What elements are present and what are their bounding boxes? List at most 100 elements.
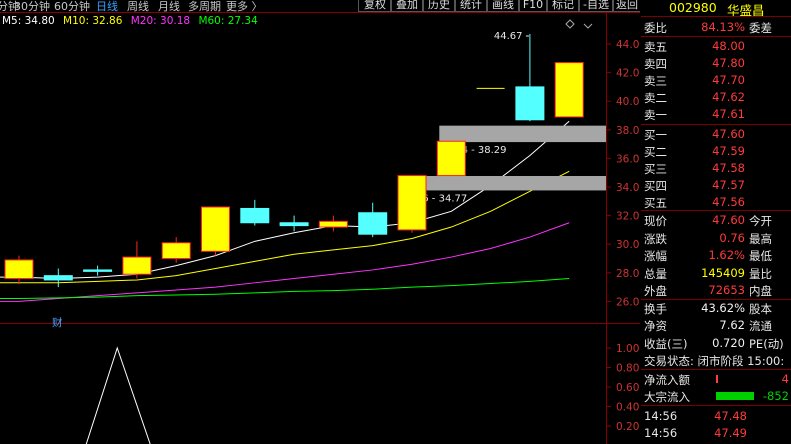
stock-header: 002980 华盛昌 [641, 0, 791, 18]
bid-row[interactable]: 买三 47.58 [641, 160, 791, 176]
stat-label: 涨跌 [644, 231, 667, 246]
sub-y-tick-label: 0.60 [616, 382, 639, 394]
bid-price: 47.58 [712, 161, 745, 175]
weibi-label: 委比 [644, 21, 667, 35]
stat-label-2: 今开 [749, 214, 772, 228]
quote-panel: 002980 华盛昌 委比 84.13% 委差 卖五 48.00 卖四 47.80 卖三… [641, 0, 791, 444]
ask-row[interactable]: 卖三 47.70 [641, 72, 791, 88]
ma60-label: M60: 27.34 [198, 15, 258, 27]
stat-label-2: 最低 [749, 249, 772, 263]
bid-row[interactable]: 买四 47.57 [641, 177, 791, 193]
candle-body [279, 222, 309, 227]
stat-value: 0.720 [712, 335, 745, 350]
candle-body [43, 275, 73, 281]
ask-row[interactable]: 卖五 48.00 [641, 38, 791, 54]
ask-price: 47.70 [712, 73, 745, 87]
y-tick-label: 42.00 [616, 68, 640, 80]
gap-box-lower [400, 175, 606, 191]
stat-value: 0.76 [719, 230, 745, 245]
ma20-label: M20: 30.18 [130, 15, 191, 27]
block-inflow-row: 大宗流入 -852 [641, 388, 791, 404]
chevron-down-icon [583, 23, 593, 29]
candle-body [554, 62, 584, 118]
stat-label: 现价 [644, 214, 667, 228]
bid-row[interactable]: 买五 47.56 [641, 194, 791, 210]
net-inflow-value: 4 [781, 372, 789, 386]
bid-row[interactable]: 买一 47.60 [641, 126, 791, 142]
event-marker-icon: 财 [52, 316, 63, 329]
block-inflow-label: 大宗流入 [644, 390, 690, 404]
divider [641, 369, 791, 370]
candle-body [240, 207, 270, 224]
net-inflow-label: 净流入额 [644, 373, 690, 387]
bid-label: 买三 [644, 162, 667, 176]
ask-price: 47.62 [712, 90, 745, 104]
y-tick-label: 26.00 [616, 296, 640, 308]
stat-value: 72653 [708, 283, 745, 297]
bid-row[interactable]: 买二 47.59 [641, 143, 791, 159]
tick-row: 14:56 47.48 [641, 408, 791, 424]
ma5-label: M5: 34.80 [2, 15, 55, 27]
divider [641, 36, 791, 37]
bid-label: 买四 [644, 179, 667, 193]
trade-status-row: 交易状态: 闭市阶段 15:00: [641, 352, 791, 368]
stat-label-2: 流通 [749, 319, 772, 333]
stat-label-2: 量比 [749, 266, 772, 281]
stat-value: 43.62% [701, 300, 745, 315]
stat-label: 净资 [644, 319, 667, 333]
stat-row: 涨跌 0.76 最高 [641, 230, 791, 246]
sub-y-tick-label: 0.40 [616, 402, 639, 414]
candle-body [318, 220, 348, 228]
y-tick-label: 36.00 [616, 153, 640, 165]
ask-row[interactable]: 卖一 47.61 [641, 106, 791, 122]
stat-row: 换手 43.62% 股本 [641, 300, 791, 316]
diamond-icon [565, 19, 575, 29]
ask-label: 卖五 [644, 40, 667, 54]
candle-body [122, 256, 152, 275]
sub-y-tick-label: 0.20 [616, 421, 639, 433]
divider [641, 124, 791, 125]
high-price-label: 44.67 [494, 31, 523, 42]
bid-price: 47.57 [712, 178, 745, 192]
chart-area[interactable]: 44.00 42.00 40.00 38.00 36.00 34.00 32.00 30.00… [0, 0, 640, 444]
ask-row[interactable]: 卖四 47.80 [641, 55, 791, 71]
candle-body [161, 242, 191, 260]
ma-legend: M5: 34.80 M10: 32.86 M20: 30.18 M60: 27.… [2, 15, 263, 27]
ma10-label: M10: 32.86 [63, 15, 123, 27]
ask-label: 卖二 [644, 91, 667, 105]
stat-label-2: 股本 [749, 301, 772, 316]
stat-value: 7.62 [719, 318, 745, 332]
divider [641, 210, 791, 211]
weicha-label: 委差 [749, 21, 772, 35]
ask-price: 48.00 [712, 39, 745, 53]
divider [641, 405, 791, 406]
sub-y-tick-label: 0.80 [616, 363, 639, 375]
ask-row[interactable]: 卖二 47.62 [641, 89, 791, 105]
indicator-line [85, 346, 151, 444]
candle-body [83, 269, 113, 272]
ask-price: 47.80 [712, 56, 745, 70]
y-tick-label: 44.00 [616, 39, 640, 51]
sub-y-tick-label: 1.00 [616, 343, 639, 355]
block-inflow-value: -852 [762, 389, 789, 403]
trade-status: 交易状态: 闭市阶段 15:00: [644, 354, 785, 368]
tick-price: 47.49 [714, 426, 747, 440]
stat-row: 现价 47.60 今开 [641, 212, 791, 228]
stat-row: 收益(三) 0.720 PE(动) [641, 335, 791, 351]
bid-label: 买一 [644, 128, 667, 142]
stat-label-2: PE(动) [749, 336, 784, 351]
candle-body [4, 259, 34, 280]
divider [641, 16, 791, 17]
candle-body [397, 175, 427, 231]
weibi-row: 委比 84.13% 委差 [641, 19, 791, 35]
y-tick-label: 28.00 [616, 268, 640, 280]
stat-value: 145409 [701, 265, 745, 280]
stat-row: 总量 145409 量比 [641, 265, 791, 281]
stat-label: 涨幅 [644, 249, 667, 263]
tick-price: 47.48 [714, 409, 747, 423]
stat-label: 换手 [644, 301, 667, 316]
candle-body [436, 140, 466, 177]
stat-value: 47.60 [712, 213, 745, 227]
ask-label: 卖一 [644, 108, 667, 122]
stat-label: 收益(三) [644, 336, 688, 351]
